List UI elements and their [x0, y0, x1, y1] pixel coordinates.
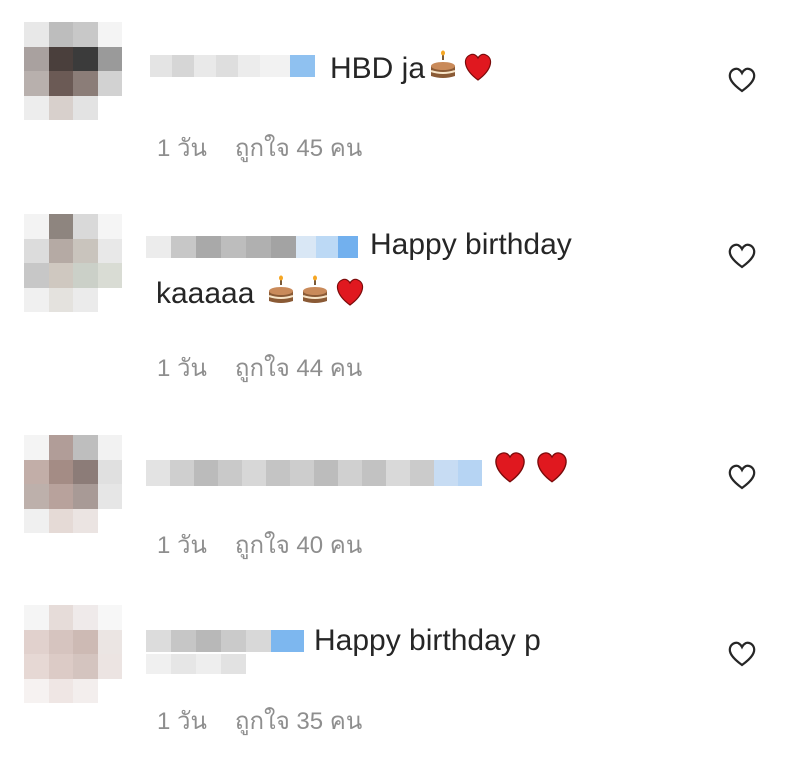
time-link[interactable]: 1 วัน: [157, 355, 207, 382]
red-heart-icon: [490, 448, 530, 492]
username-censored[interactable]: [146, 460, 482, 486]
comment-text: [488, 448, 572, 492]
comment-meta: 1 วัน ถูกใจ 35 คน: [157, 701, 362, 740]
comment-text: Happy birthday p: [314, 624, 541, 657]
birthday-cake-icon: [299, 275, 331, 315]
avatar[interactable]: [24, 605, 122, 703]
time-link[interactable]: 1 วัน: [157, 532, 207, 559]
like-heart-icon[interactable]: [726, 64, 758, 96]
likes-link[interactable]: ถูกใจ 45 คน: [235, 135, 362, 162]
red-heart-icon: [333, 275, 367, 315]
like-heart-icon[interactable]: [726, 638, 758, 670]
avatar[interactable]: [24, 214, 122, 312]
comment-meta: 1 วัน ถูกใจ 44 คน: [157, 348, 362, 387]
comment-text: HBD ja: [330, 50, 495, 90]
username-censored[interactable]: [150, 55, 315, 77]
comment-meta: 1 วัน ถูกใจ 40 คน: [157, 525, 362, 564]
comment-meta: 1 วัน ถูกใจ 45 คน: [157, 128, 362, 167]
comment-text: Happy birthday: [370, 228, 572, 261]
time-link[interactable]: 1 วัน: [157, 708, 207, 735]
avatar[interactable]: [24, 435, 122, 533]
avatar[interactable]: [24, 22, 122, 120]
like-heart-icon[interactable]: [726, 240, 758, 272]
birthday-cake-icon: [265, 275, 297, 315]
username-censored[interactable]: [146, 630, 304, 652]
likes-link[interactable]: ถูกใจ 44 คน: [235, 355, 362, 382]
username-censored[interactable]: [146, 236, 358, 258]
username-censored-line2[interactable]: [146, 654, 246, 674]
likes-link[interactable]: ถูกใจ 40 คน: [235, 532, 362, 559]
birthday-cake-icon: [427, 50, 459, 90]
like-heart-icon[interactable]: [726, 461, 758, 493]
time-link[interactable]: 1 วัน: [157, 135, 207, 162]
comment-text-line2: kaaaaa: [156, 275, 367, 315]
likes-link[interactable]: ถูกใจ 35 คน: [235, 708, 362, 735]
red-heart-icon: [532, 448, 572, 492]
red-heart-icon: [461, 50, 495, 90]
